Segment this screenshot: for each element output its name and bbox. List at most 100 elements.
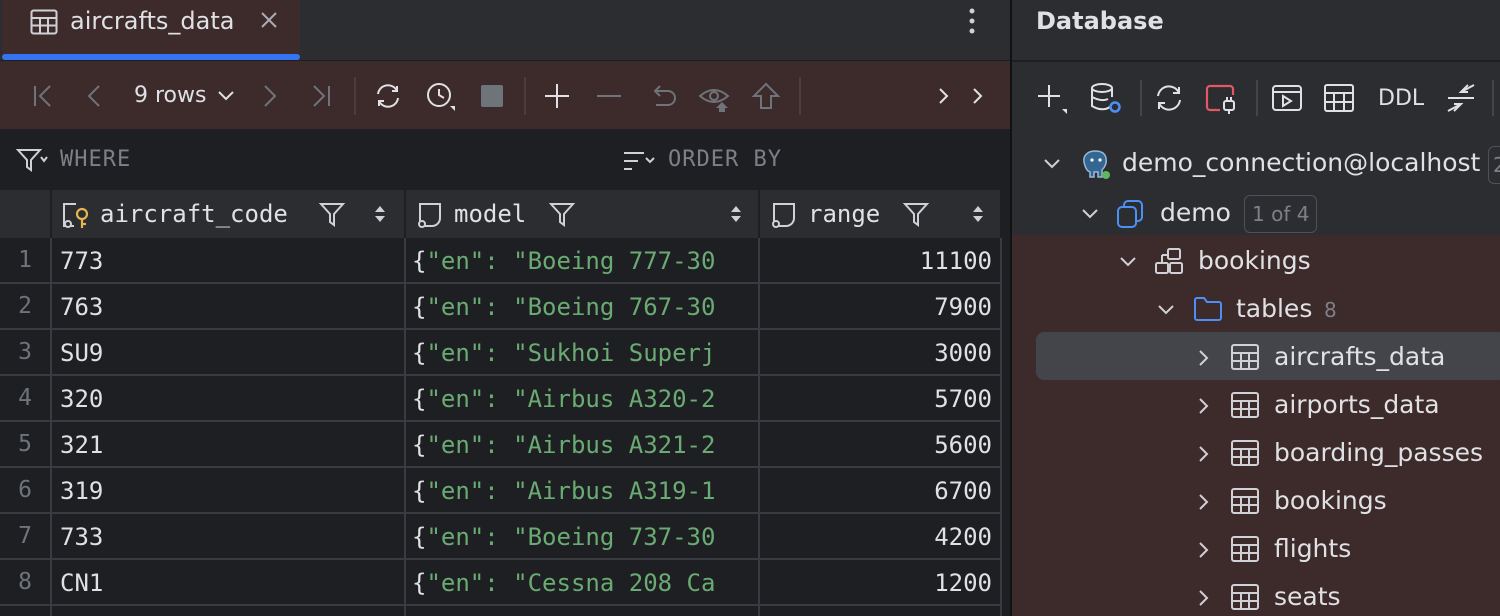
cell-aircraft-code[interactable]: 320: [60, 385, 103, 413]
chevron-down-icon[interactable]: [216, 88, 236, 104]
cell-range[interactable]: 11100: [762, 247, 992, 275]
chevron-right-icon[interactable]: [962, 80, 994, 112]
table-label: bookings: [1274, 486, 1387, 515]
table-row[interactable]: 1 773 {"en": "Boeing 777-30 11100: [0, 238, 1000, 284]
cell-aircraft-code[interactable]: 763: [60, 293, 103, 321]
cell-aircraft-code[interactable]: 773: [60, 247, 103, 275]
sort-arrows-icon[interactable]: [372, 204, 388, 224]
disconnect-icon[interactable]: [1204, 81, 1238, 115]
cell-model[interactable]: {"en": "Airbus A321-2: [412, 431, 742, 459]
add-row-icon[interactable]: [541, 80, 573, 112]
ddl-button[interactable]: DDL: [1378, 86, 1424, 111]
cell-range[interactable]: 5600: [762, 431, 992, 459]
editor-tab-bar: aircrafts_data: [0, 0, 1010, 60]
toolbar-separator: [799, 77, 801, 115]
chevron-down-icon[interactable]: [1156, 300, 1176, 320]
cell-model[interactable]: {"en": "Cessna 208 Ca: [412, 569, 742, 597]
column-filter-icon[interactable]: [318, 200, 346, 228]
cell-range[interactable]: 6700: [762, 477, 992, 505]
tree-node-table[interactable]: flights: [1012, 528, 1500, 572]
tree-node-table[interactable]: aircrafts_data: [1012, 336, 1500, 380]
add-icon[interactable]: [1034, 81, 1068, 115]
query-console-icon[interactable]: [1270, 81, 1304, 115]
order-by-input[interactable]: ORDER BY: [668, 147, 782, 172]
collapse-all-icon[interactable]: [1444, 81, 1478, 115]
table-label: aircrafts_data: [1274, 342, 1446, 371]
chevron-right-icon[interactable]: [1194, 588, 1214, 608]
cell-aircraft-code[interactable]: 733: [60, 523, 103, 551]
chevron-right-icon[interactable]: [1194, 444, 1214, 464]
preview-pending-changes-icon[interactable]: [698, 80, 730, 112]
cell-range[interactable]: 7900: [762, 293, 992, 321]
cell-range[interactable]: 3000: [762, 339, 992, 367]
sort-arrows-icon[interactable]: [970, 204, 986, 224]
tree-node-table[interactable]: seats: [1012, 576, 1500, 616]
delete-row-icon[interactable]: [593, 80, 625, 112]
filter-icon[interactable]: [16, 147, 48, 173]
table-icon: [1230, 583, 1260, 611]
cell-aircraft-code[interactable]: SU9: [60, 339, 103, 367]
column-header-range[interactable]: range: [808, 200, 880, 228]
cell-aircraft-code[interactable]: 319: [60, 477, 103, 505]
where-filter-input[interactable]: WHERE: [60, 147, 131, 172]
cell-model[interactable]: {"en": "Sukhoi Superj: [412, 339, 742, 367]
close-icon[interactable]: [258, 9, 280, 31]
cell-aircraft-code[interactable]: 321: [60, 431, 103, 459]
chevron-right-icon[interactable]: [928, 80, 960, 112]
cell-model[interactable]: {"en": "Boeing 737-30: [412, 523, 742, 551]
revert-icon[interactable]: [646, 80, 678, 112]
column-header-aircraft-code[interactable]: aircraft_code: [100, 200, 288, 228]
refresh-icon[interactable]: [372, 80, 404, 112]
column-filter-icon[interactable]: [902, 200, 930, 228]
database-icon: [1116, 199, 1144, 229]
schema-count-badge[interactable]: 1 of 4: [1244, 195, 1318, 233]
history-clock-icon[interactable]: [424, 80, 456, 112]
table-row[interactable]: 6 319 {"en": "Airbus A319-1 6700: [0, 468, 1000, 514]
table-row[interactable]: 2 763 {"en": "Boeing 767-30 7900: [0, 284, 1000, 330]
data-source-properties-icon[interactable]: [1088, 81, 1122, 115]
table-icon[interactable]: [1322, 81, 1356, 115]
tree-node-tables-folder[interactable]: tables 8: [1012, 288, 1500, 332]
cell-range[interactable]: 5700: [762, 385, 992, 413]
first-page-icon[interactable]: [28, 80, 60, 112]
table-row[interactable]: 5 321 {"en": "Airbus A321-2 5600: [0, 422, 1000, 468]
chevron-right-icon[interactable]: [1194, 396, 1214, 416]
chevron-right-icon[interactable]: [1194, 540, 1214, 560]
table-row[interactable]: 8 CN1 {"en": "Cessna 208 Ca 1200: [0, 560, 1000, 606]
submit-icon[interactable]: [750, 80, 782, 112]
cell-model[interactable]: {"en": "Airbus A320-2: [412, 385, 742, 413]
tree-node-connection[interactable]: demo_connection@localhost 2: [1012, 142, 1500, 186]
table-row[interactable]: 7 733 {"en": "Boeing 737-30 4200: [0, 514, 1000, 560]
toolbar-separator: [524, 77, 526, 115]
previous-page-icon[interactable]: [78, 80, 110, 112]
sort-icon[interactable]: [622, 149, 656, 173]
tree-node-schema[interactable]: bookings: [1012, 240, 1500, 284]
cell-model[interactable]: {"en": "Boeing 777-30: [412, 247, 742, 275]
chevron-down-icon[interactable]: [1080, 204, 1100, 224]
sort-arrows-icon[interactable]: [728, 204, 744, 224]
chevron-down-icon[interactable]: [1118, 252, 1138, 272]
row-count-selector[interactable]: 9 rows: [134, 83, 206, 108]
last-page-icon[interactable]: [304, 80, 336, 112]
chevron-down-icon[interactable]: [1042, 154, 1062, 174]
tree-node-table[interactable]: boarding_passes: [1012, 432, 1500, 476]
column-header-model[interactable]: model: [454, 200, 526, 228]
chevron-right-icon[interactable]: [1194, 492, 1214, 512]
cell-range[interactable]: 4200: [762, 523, 992, 551]
cell-range[interactable]: 1200: [762, 569, 992, 597]
column-filter-icon[interactable]: [548, 200, 576, 228]
cell-model[interactable]: {"en": "Boeing 767-30: [412, 293, 742, 321]
cell-model[interactable]: {"en": "Airbus A319-1: [412, 477, 742, 505]
table-row[interactable]: 3 SU9 {"en": "Sukhoi Superj 3000: [0, 330, 1000, 376]
chevron-right-icon[interactable]: [1194, 348, 1214, 368]
refresh-icon[interactable]: [1152, 81, 1186, 115]
tree-node-table[interactable]: bookings: [1012, 480, 1500, 524]
table-label: flights: [1274, 534, 1352, 563]
stop-icon[interactable]: [476, 80, 508, 112]
next-page-icon[interactable]: [254, 80, 286, 112]
cell-aircraft-code[interactable]: CN1: [60, 569, 103, 597]
tree-node-table[interactable]: airports_data: [1012, 384, 1500, 428]
tab-aircrafts-data[interactable]: aircrafts_data: [2, 0, 300, 60]
more-options-icon[interactable]: [958, 6, 986, 36]
table-row[interactable]: 4 320 {"en": "Airbus A320-2 5700: [0, 376, 1000, 422]
